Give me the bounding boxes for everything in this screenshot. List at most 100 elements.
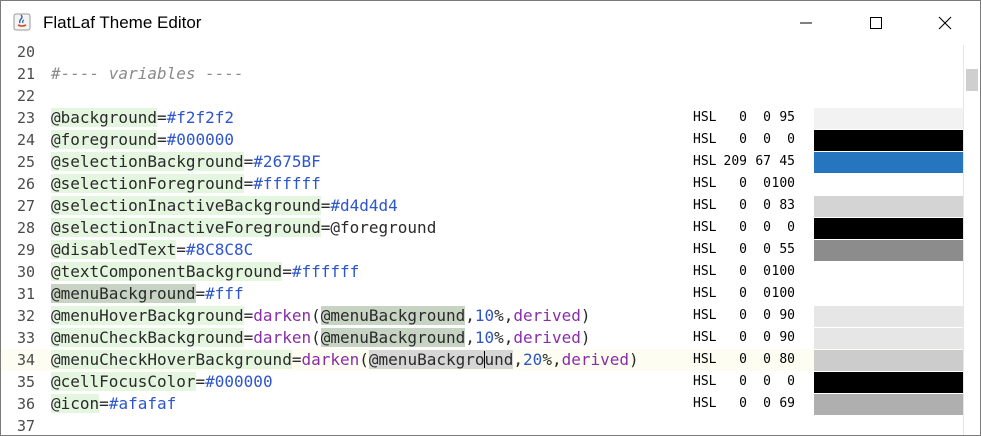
hsl-label: HSL xyxy=(693,374,717,389)
color-swatch xyxy=(814,108,964,129)
line-number: 25 xyxy=(16,153,35,171)
editor-line[interactable]: 37 xyxy=(1,415,964,435)
editor-line[interactable]: 21 #---- variables ---- xyxy=(1,63,964,85)
java-icon xyxy=(13,13,31,31)
value-token: #ffffff xyxy=(253,174,321,193)
value-token: @menuBackground xyxy=(320,328,466,347)
vertical-scrollbar[interactable] xyxy=(963,45,980,435)
value-token: ) xyxy=(580,306,591,325)
hsl-value: 83 xyxy=(779,198,795,213)
line-number: 32 xyxy=(16,307,35,325)
value-token: derived xyxy=(513,306,581,325)
hsl-value: 100 xyxy=(771,286,795,301)
editor-line[interactable]: 25 HSL 209 67 45 @selectionBackground=#2675BF xyxy=(1,151,964,173)
hsl-label: HSL xyxy=(693,198,717,213)
minimize-icon xyxy=(800,22,812,24)
code-editor[interactable]: 20 21 #---- variables ---- 22 23 HSL 0 0 95 @back… xyxy=(1,43,980,435)
variable-name: @icon xyxy=(51,394,100,413)
value-token: 10 xyxy=(474,328,495,347)
value-token: #afafaf xyxy=(108,394,177,413)
value-token: #000000 xyxy=(205,372,273,391)
hsl-value: 90 xyxy=(779,308,795,323)
hsl-info: HSL 0 0 55 xyxy=(693,239,803,261)
value-token: #8C8C8C xyxy=(185,240,254,259)
variable-name: @menuHoverBackground xyxy=(51,306,244,325)
hsl-value: 0 xyxy=(763,352,771,367)
variable-name: @menuCheckBackground xyxy=(51,328,244,347)
hsl-value: 0 xyxy=(763,286,771,301)
value-token: ( xyxy=(311,306,321,325)
editor-line[interactable]: 20 xyxy=(1,41,964,63)
editor-line[interactable]: 27 HSL 0 0 83 @selectionInactiveBackground=#d… xyxy=(1,195,964,217)
line-number: 22 xyxy=(16,87,35,105)
hsl-value: 0 xyxy=(739,110,747,125)
hsl-value: 67 xyxy=(755,154,771,169)
equals-sign: = xyxy=(195,372,206,391)
value-token: #000000 xyxy=(166,130,235,149)
hsl-label: HSL xyxy=(693,352,717,367)
variable-name: @background xyxy=(51,108,157,127)
value-token: darken xyxy=(253,306,312,325)
variable-name: @textComponentBackground xyxy=(51,262,283,281)
line-code: @textComponentBackground=#ffffff xyxy=(51,261,359,283)
title-bar[interactable]: FlatLaf Theme Editor xyxy=(1,1,980,45)
hsl-value: 69 xyxy=(779,396,795,411)
editor-line[interactable]: 24 HSL 0 0 0 @foreground=#000000 xyxy=(1,129,964,151)
hsl-value: 0 xyxy=(763,330,771,345)
variable-name: @disabledText xyxy=(51,240,177,259)
value-token: derived xyxy=(513,328,581,347)
editor-line[interactable]: 26 HSL 0 0100 @selectionForeground=#ffffff xyxy=(1,173,964,195)
color-swatch xyxy=(814,328,964,349)
minimize-button[interactable] xyxy=(771,1,841,45)
line-code: @selectionInactiveForeground=@foreground xyxy=(51,217,436,239)
hsl-value: 55 xyxy=(779,242,795,257)
variable-name: @selectionInactiveForeground xyxy=(51,218,321,237)
hsl-value: 100 xyxy=(771,264,795,279)
hsl-label: HSL xyxy=(693,220,717,235)
hsl-info: HSL 0 0 0 xyxy=(693,217,803,239)
hsl-info: HSL 0 0 80 xyxy=(693,349,803,371)
editor-line[interactable]: 36 HSL 0 0 69 @icon=#afafaf xyxy=(1,393,964,415)
editor-line[interactable]: 34 HSL 0 0 80 @menuCheckHoverBackground=darke… xyxy=(1,349,964,371)
equals-sign: = xyxy=(243,328,254,347)
line-number: 21 xyxy=(16,65,35,83)
maximize-icon xyxy=(870,17,882,29)
editor-line[interactable]: 35 HSL 0 0 0 @cellFocusColor=#000000 xyxy=(1,371,964,393)
editor-line[interactable]: 30 HSL 0 0100 @textComponentBackground=#ffff… xyxy=(1,261,964,283)
color-swatch xyxy=(814,218,964,239)
hsl-value: 0 xyxy=(763,264,771,279)
editor-line[interactable]: 23 HSL 0 0 95 @background=#f2f2f2 xyxy=(1,107,964,129)
hsl-info: HSL 0 0 90 xyxy=(693,327,803,349)
close-icon xyxy=(938,16,952,30)
hsl-label: HSL xyxy=(693,154,717,169)
hsl-value: 95 xyxy=(779,110,795,125)
hsl-label: HSL xyxy=(693,132,717,147)
hsl-info: HSL 0 0 90 xyxy=(693,305,803,327)
hsl-label: HSL xyxy=(693,264,717,279)
scrollbar-thumb[interactable] xyxy=(966,69,978,91)
editor-line[interactable]: 22 xyxy=(1,85,964,107)
hsl-label: HSL xyxy=(693,176,717,191)
hsl-info: HSL 0 0 83 xyxy=(693,195,803,217)
value-token: @menuBackgro xyxy=(368,350,485,369)
editor-line[interactable]: 29 HSL 0 0 55 @disabledText=#8C8C8C xyxy=(1,239,964,261)
variable-name: @selectionInactiveBackground xyxy=(51,196,321,215)
value-token: ( xyxy=(359,350,369,369)
color-swatch xyxy=(814,152,964,173)
hsl-info: HSL 0 0 0 xyxy=(693,129,803,151)
hsl-value: 0 xyxy=(739,374,747,389)
editor-line[interactable]: 28 HSL 0 0 0 @selectionInactiveForeground=@fo… xyxy=(1,217,964,239)
close-button[interactable] xyxy=(910,1,980,45)
value-token: darken xyxy=(253,328,312,347)
line-code: @icon=#afafaf xyxy=(51,393,176,415)
line-number: 34 xyxy=(16,351,35,369)
hsl-value: 90 xyxy=(779,330,795,345)
hsl-value: 0 xyxy=(739,352,747,367)
hsl-value: 0 xyxy=(763,132,771,147)
maximize-button[interactable] xyxy=(841,1,911,45)
editor-line[interactable]: 31 HSL 0 0100 @menuBackground=#fff xyxy=(1,283,964,305)
equals-sign: = xyxy=(99,394,109,413)
editor-line[interactable]: 32 HSL 0 0 90 @menuHoverBackground=darken(@me… xyxy=(1,305,964,327)
value-token: %, xyxy=(494,306,514,325)
editor-line[interactable]: 33 HSL 0 0 90 @menuCheckBackground=darken(@me… xyxy=(1,327,964,349)
